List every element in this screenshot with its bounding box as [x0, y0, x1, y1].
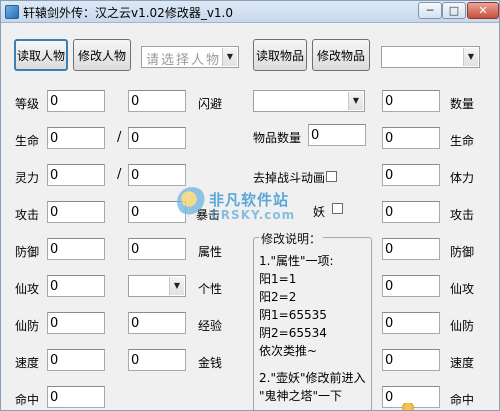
note-line: 1."属性"一项: [259, 254, 334, 268]
demon-label: 妖 [313, 205, 326, 219]
note-line: 阳1=1 [259, 272, 297, 286]
experience-label: 经验 [198, 319, 223, 333]
mp-separator: / [117, 167, 122, 182]
modify-item-button[interactable]: 修改物品 [312, 39, 370, 71]
hp-label: 生命 [15, 134, 40, 148]
watermark-en: CRSKY.com [211, 208, 296, 222]
attack-label: 攻击 [15, 208, 40, 222]
remove-battle-animation-checkbox[interactable] [326, 171, 337, 182]
level-label: 等级 [15, 97, 40, 111]
note-line: 依次类推~ [259, 344, 318, 358]
personality-select[interactable]: ▼ [128, 275, 186, 297]
notes-title: 修改说明： [259, 230, 324, 247]
quantity-field[interactable]: 0 [382, 90, 440, 112]
mp-max-field[interactable]: 0 [128, 164, 186, 186]
item-immortal-defense-field[interactable]: 0 [382, 312, 440, 334]
attribute-field[interactable]: 0 [128, 238, 186, 260]
chevron-down-icon[interactable]: ▼ [463, 48, 478, 66]
immortal-attack-label: 仙攻 [15, 282, 40, 296]
immortal-defense-label: 仙防 [15, 319, 40, 333]
item-speed-label: 速度 [450, 356, 475, 370]
burst-field[interactable]: 0 [128, 201, 186, 223]
item-speed-field[interactable]: 0 [382, 349, 440, 371]
chevron-down-icon[interactable]: ▼ [348, 92, 363, 110]
note-line: 阴1=65535 [259, 308, 327, 322]
trainer-window: 轩辕剑外传：汉之云v1.02修改器_v1.0 ─ □ ✕ 读取人物 修改人物 请… [0, 0, 500, 411]
defense-field[interactable]: 0 [47, 238, 105, 260]
note-line: 2."壶妖"修改前进入 [259, 371, 366, 385]
maximize-button[interactable]: □ [442, 2, 466, 19]
decorative-orb-icon [401, 403, 415, 410]
chevron-down-icon[interactable]: ▼ [222, 48, 237, 66]
evade-label: 闪避 [198, 97, 223, 111]
stamina-field[interactable]: 0 [382, 164, 440, 186]
stamina-label: 体力 [450, 171, 475, 185]
level-field[interactable]: 0 [47, 90, 105, 112]
item-immortal-attack-field[interactable]: 0 [382, 275, 440, 297]
personality-label: 个性 [198, 282, 223, 296]
app-icon [5, 5, 19, 19]
character-select-placeholder: 请选择人物 [146, 53, 222, 68]
mp-label: 灵力 [15, 171, 40, 185]
experience-field[interactable]: 0 [128, 312, 186, 334]
item-count-field[interactable]: 0 [308, 124, 366, 146]
item-attack-field[interactable]: 0 [382, 201, 440, 223]
item-defense-field[interactable]: 0 [382, 238, 440, 260]
hp-max-field[interactable]: 0 [128, 127, 186, 149]
immortal-attack-field[interactable]: 0 [47, 275, 105, 297]
item-hit-label: 命中 [450, 393, 475, 407]
money-label: 金钱 [198, 356, 223, 370]
item-type-select[interactable]: ▼ [381, 46, 480, 68]
item-select[interactable]: ▼ [253, 90, 365, 112]
item-attack-label: 攻击 [450, 208, 475, 222]
item-immortal-defense-label: 仙防 [450, 319, 475, 333]
item-defense-label: 防御 [450, 245, 475, 259]
quantity-label: 数量 [450, 97, 475, 111]
defense-label: 防御 [15, 245, 40, 259]
character-select[interactable]: 请选择人物 ▼ [141, 46, 239, 68]
window-title: 轩辕剑外传：汉之云v1.02修改器_v1.0 [23, 6, 234, 20]
evade-field[interactable]: 0 [128, 90, 186, 112]
hit-field[interactable]: 0 [47, 386, 105, 408]
note-line: 阴2=65534 [259, 326, 327, 340]
immortal-defense-field[interactable]: 0 [47, 312, 105, 334]
item-hp-field[interactable]: 0 [382, 127, 440, 149]
item-count-label: 物品数量 [253, 131, 302, 145]
read-character-button[interactable]: 读取人物 [14, 39, 68, 71]
chevron-down-icon[interactable]: ▼ [169, 277, 184, 295]
demon-checkbox[interactable] [332, 203, 343, 214]
hit-label: 命中 [15, 393, 40, 407]
money-field[interactable]: 0 [128, 349, 186, 371]
close-button[interactable]: ✕ [467, 2, 499, 19]
modify-character-button[interactable]: 修改人物 [73, 39, 131, 71]
minimize-button[interactable]: ─ [418, 2, 442, 19]
speed-label: 速度 [15, 356, 40, 370]
hp-field[interactable]: 0 [47, 127, 105, 149]
burst-label: 暴击 [196, 208, 221, 222]
title-bar: 轩辕剑外传：汉之云v1.02修改器_v1.0 ─ □ ✕ [1, 1, 499, 23]
item-hp-label: 生命 [450, 134, 475, 148]
watermark-cn: 非凡软件站 [209, 191, 290, 209]
attribute-label: 属性 [198, 245, 223, 259]
read-item-button[interactable]: 读取物品 [253, 39, 307, 71]
hp-separator: / [117, 130, 122, 145]
note-line: "鬼神之塔"一下 [259, 389, 343, 403]
remove-battle-animation-label: 去掉战斗动画 [253, 171, 326, 185]
mp-field[interactable]: 0 [47, 164, 105, 186]
note-line: 阳2=2 [259, 290, 297, 304]
speed-field[interactable]: 0 [47, 349, 105, 371]
attack-field[interactable]: 0 [47, 201, 105, 223]
item-immortal-attack-label: 仙攻 [450, 282, 475, 296]
